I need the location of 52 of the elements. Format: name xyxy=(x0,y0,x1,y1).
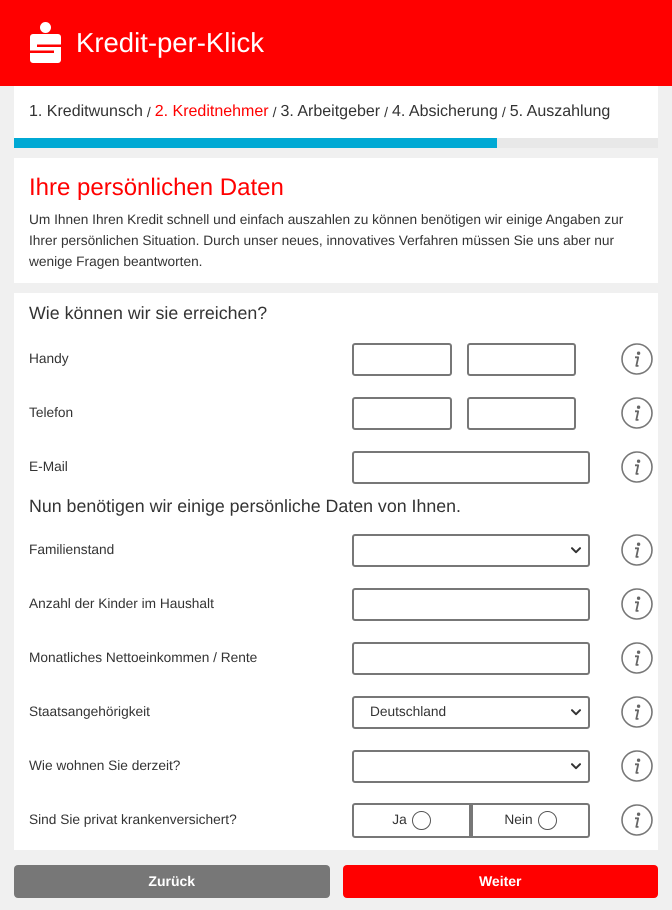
input-field[interactable] xyxy=(352,450,590,484)
field-label: Familienstand xyxy=(29,540,116,559)
page-title: Ihre persönlichen Daten xyxy=(29,173,285,203)
field-label: Handy xyxy=(29,350,70,368)
chevron-down-icon xyxy=(571,546,581,554)
chevron-down-icon xyxy=(571,708,581,716)
input-field[interactable] xyxy=(467,396,576,430)
chevron-down-icon xyxy=(571,762,581,770)
field-label: E-Mail xyxy=(29,458,69,476)
step-label: 3. Arbeitgeber xyxy=(280,102,380,122)
info-icon[interactable] xyxy=(621,588,653,620)
field-label: Sind Sie privat krankenversichert? xyxy=(29,810,238,829)
field-label: Staatsangehörigkeit xyxy=(29,702,151,721)
select-field[interactable]: Deutschland xyxy=(352,696,590,728)
next-button[interactable]: Weiter xyxy=(342,865,658,898)
step-label: 5. Auszahlung xyxy=(510,102,610,122)
field-label: Wie wohnen Sie derzeit? xyxy=(29,756,182,775)
select-field[interactable] xyxy=(352,534,590,566)
step-separator: / xyxy=(272,102,276,122)
section-heading: Wie können wir sie erreichen? xyxy=(29,302,268,325)
input-field[interactable] xyxy=(467,342,576,376)
radio-option[interactable]: Ja xyxy=(352,802,471,838)
section-heading: Nun benötigen wir einige persönliche Daten von Ihnen. xyxy=(29,495,462,518)
info-icon[interactable] xyxy=(621,343,653,375)
back-button[interactable]: Zurück xyxy=(14,865,330,898)
input-field[interactable] xyxy=(352,396,452,430)
field-label: Monatliches Nettoeinkommen / Rente xyxy=(29,648,258,667)
input-field[interactable] xyxy=(352,642,590,674)
info-icon[interactable] xyxy=(621,804,653,836)
input-field[interactable] xyxy=(352,342,452,376)
step-separator: / xyxy=(384,102,388,122)
input-field[interactable] xyxy=(352,588,590,620)
field-label: Telefon xyxy=(29,404,74,422)
logo-icon xyxy=(30,22,61,62)
info-icon[interactable] xyxy=(621,451,653,483)
step-label: 2. Kreditnehmer xyxy=(154,102,269,122)
info-icon[interactable] xyxy=(621,750,653,782)
radio-button[interactable] xyxy=(412,810,431,830)
field-label: Anzahl der Kinder im Haushalt xyxy=(29,594,215,613)
app-title: Kredit-per-Klick xyxy=(76,29,264,57)
step-label: 4. Absicherung xyxy=(392,102,498,122)
info-icon[interactable] xyxy=(621,696,653,728)
radio-option[interactable]: Nein xyxy=(471,802,590,838)
radio-button[interactable] xyxy=(538,810,557,830)
select-field[interactable] xyxy=(352,750,590,782)
step-separator: / xyxy=(502,102,506,122)
intro-text: Um Ihnen Ihren Kredit schnell und einfach auszahlen zu können benötigen wir einige Angaben zur Ihrer persönlichen Situation. Durch unser neues, innovatives Verfahren müssen Sie uns aber nur wenige Fragen beantworten. xyxy=(29,211,624,271)
info-icon[interactable] xyxy=(621,642,653,674)
info-icon[interactable] xyxy=(621,397,653,429)
info-icon[interactable] xyxy=(621,534,653,566)
step-label: 1. Kreditwunsch xyxy=(29,102,143,122)
step-separator: / xyxy=(146,102,151,122)
